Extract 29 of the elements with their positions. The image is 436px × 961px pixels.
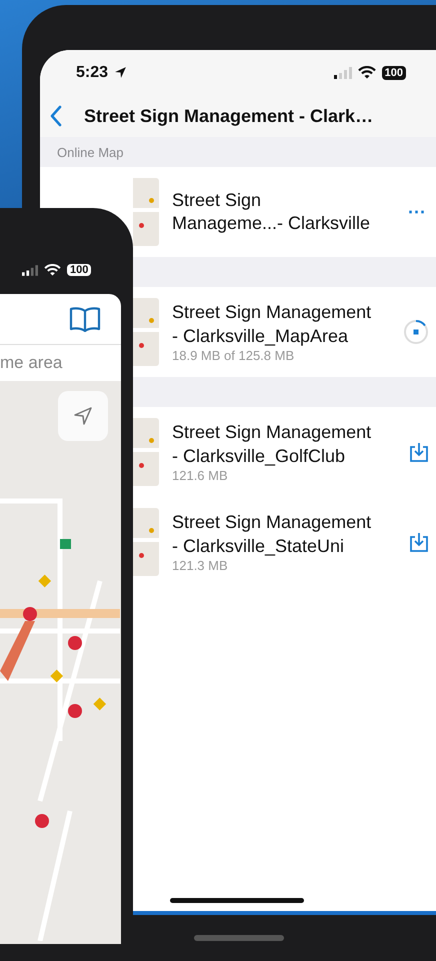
section-title: Online Map	[57, 144, 124, 160]
map-title: Street Sign Management - Clarksville_StateUni	[172, 511, 372, 558]
locate-button[interactable]	[58, 391, 108, 441]
book-icon[interactable]	[69, 306, 101, 332]
map-thumbnail	[133, 178, 159, 246]
battery-indicator: 100	[67, 264, 92, 276]
location-arrow-icon	[114, 66, 128, 79]
signal-icon	[334, 66, 352, 78]
map-thumbnail	[133, 508, 159, 576]
download-icon[interactable]	[408, 531, 430, 553]
map-size: 121.3 MB	[172, 558, 229, 573]
download-icon[interactable]	[408, 441, 430, 463]
navigation-arrow-icon	[73, 406, 93, 426]
more-button[interactable]: ···	[404, 202, 430, 222]
battery-indicator: 100	[382, 66, 406, 80]
map-size: 121.6 MB	[172, 468, 229, 483]
map-thumbnail	[133, 418, 159, 486]
wifi-icon	[358, 66, 376, 79]
map-title: Street Sign Management - Clarksville_MapArea	[172, 301, 372, 348]
back-chevron-icon[interactable]	[50, 105, 62, 127]
map-title: Street Sign Management - Clarksville_GolfClub	[172, 421, 372, 468]
wifi-icon	[44, 264, 61, 276]
map-size: 18.9 MB of 125.8 MB	[172, 348, 296, 363]
signal-icon	[22, 264, 38, 276]
status-time: 5:23	[76, 64, 108, 82]
map-title: Street Sign Manageme...- Clarksville	[172, 188, 372, 235]
screen-title: Street Sign Management - Clark…	[84, 106, 374, 126]
map-thumbnail	[133, 298, 159, 366]
download-progress-icon[interactable]	[402, 318, 430, 346]
